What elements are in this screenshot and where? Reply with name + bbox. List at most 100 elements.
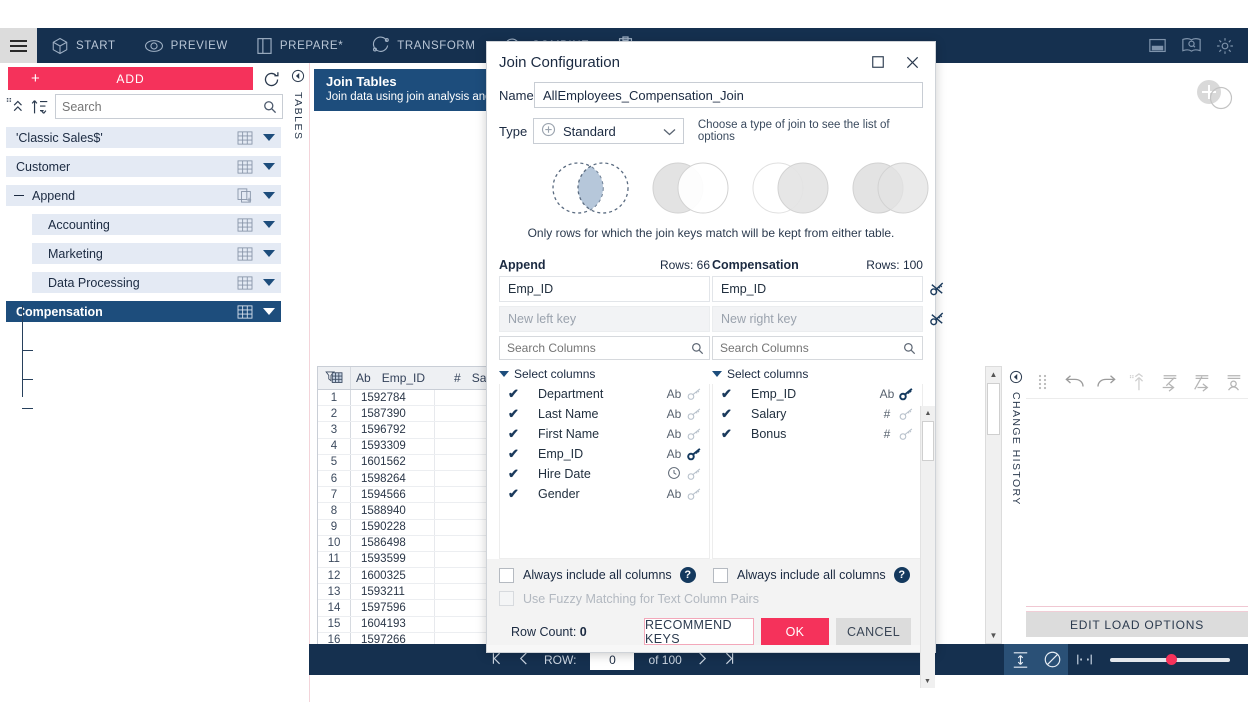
list-item[interactable]: ✔Last NameAb <box>500 404 709 424</box>
left-select-columns-header[interactable]: Select columns <box>499 365 710 384</box>
cell-emp-id[interactable]: 1597596 <box>351 600 435 615</box>
grid-column-emp-id[interactable]: Ab Emp_ID <box>351 367 425 389</box>
cell-emp-id[interactable]: 1600325 <box>351 568 435 583</box>
search-input[interactable] <box>56 95 258 118</box>
nav-start[interactable]: START <box>37 28 130 63</box>
table-row[interactable]: 101586498 <box>318 536 496 552</box>
join-option-inner[interactable] <box>551 160 633 216</box>
expand-all-icon[interactable] <box>5 96 27 121</box>
collapse-left-icon[interactable] <box>291 69 305 86</box>
table-row[interactable]: 91590228 <box>318 520 496 536</box>
join-option-right[interactable] <box>751 160 833 216</box>
check-icon[interactable]: ✔ <box>508 406 526 422</box>
nav-transform[interactable]: TRANSFORM <box>357 28 489 63</box>
chevron-down-icon[interactable] <box>257 192 281 200</box>
check-icon[interactable]: ✔ <box>508 446 526 462</box>
cell-emp-id[interactable]: 1588940 <box>351 503 435 518</box>
gear-icon[interactable] <box>1210 31 1240 61</box>
dialog-vertical-scrollbar[interactable]: ▲ ▼ <box>920 406 935 688</box>
prev-page-icon[interactable] <box>518 652 530 668</box>
grid-vertical-scrollbar[interactable]: ▲ ▼ <box>985 366 1002 644</box>
table-row[interactable]: 131593211 <box>318 584 496 600</box>
right-select-columns-header[interactable]: Select columns <box>712 365 923 384</box>
check-icon[interactable]: ✔ <box>721 386 739 402</box>
right-column-list[interactable]: ✔Emp_IDAb✔Salary#✔Bonus# <box>712 384 923 559</box>
table-row[interactable]: 11592784 <box>318 390 496 406</box>
left-always-include[interactable]: Always include all columns ? <box>499 567 711 583</box>
sidebar-item-customer[interactable]: Customer <box>6 156 281 177</box>
zoom-slider[interactable] <box>1110 658 1230 662</box>
cell-emp-id[interactable]: 1593211 <box>351 584 435 599</box>
check-icon[interactable]: ✔ <box>508 386 526 402</box>
join-option-left[interactable] <box>651 160 733 216</box>
key-icon[interactable] <box>685 448 703 461</box>
filter-grid-icon[interactable] <box>318 367 351 389</box>
chevron-down-icon[interactable] <box>257 279 281 287</box>
list-item[interactable]: ✔Emp_IDAb <box>500 444 709 464</box>
key-icon[interactable] <box>898 408 916 421</box>
join-type-select[interactable]: Standard <box>533 118 684 144</box>
layout-icon[interactable] <box>1142 31 1172 61</box>
left-search-columns[interactable] <box>499 336 710 360</box>
right-search-columns[interactable] <box>712 336 923 360</box>
scroll-up-icon[interactable]: ▲ <box>986 367 1001 382</box>
sidebar-item-accounting[interactable]: Accounting <box>32 214 281 235</box>
scroll-down-icon[interactable]: ▼ <box>921 674 934 688</box>
right-search-input[interactable] <box>713 341 898 355</box>
key-icon[interactable] <box>898 428 916 441</box>
left-key-value[interactable]: Emp_ID <box>499 276 710 302</box>
step-settings-icon[interactable] <box>1218 367 1248 398</box>
list-item[interactable]: ✔Salary# <box>713 404 922 424</box>
key-icon[interactable] <box>685 468 703 481</box>
chevron-down-icon[interactable] <box>257 134 281 142</box>
table-row[interactable]: 61598264 <box>318 471 496 487</box>
chevron-down-icon[interactable] <box>257 221 281 229</box>
maximize-icon[interactable] <box>863 48 893 76</box>
scrollbar-thumb[interactable] <box>987 383 1000 435</box>
refresh-icon[interactable] <box>259 67 283 91</box>
sidebar-search[interactable] <box>55 94 283 119</box>
scroll-up-icon[interactable]: ▲ <box>921 406 935 420</box>
collapse-right-icon[interactable] <box>1009 370 1023 387</box>
table-row[interactable]: 111593599 <box>318 552 496 568</box>
redo-icon[interactable] <box>1091 367 1121 398</box>
question-icon[interactable]: ? <box>894 567 910 583</box>
right-always-include-checkbox[interactable] <box>713 568 728 583</box>
cell-emp-id[interactable]: 1604193 <box>351 617 435 632</box>
add-node-icon[interactable] <box>1192 76 1236 114</box>
step-forward-icon[interactable] <box>1155 367 1185 398</box>
right-always-include[interactable]: Always include all columns ? <box>713 567 910 583</box>
check-icon[interactable]: ✔ <box>721 426 739 442</box>
cell-emp-id[interactable]: 1601562 <box>351 455 435 470</box>
recommend-keys-button[interactable]: RECOMMEND KEYS <box>644 618 754 645</box>
list-item[interactable]: ✔Emp_IDAb <box>713 384 922 404</box>
key-icon[interactable] <box>898 388 916 401</box>
table-row[interactable]: 81588940 <box>318 503 496 519</box>
key-icon[interactable] <box>685 488 703 501</box>
table-row[interactable]: 71594566 <box>318 487 496 503</box>
close-icon[interactable] <box>897 48 927 76</box>
cell-emp-id[interactable]: 1598264 <box>351 471 435 486</box>
cell-emp-id[interactable]: 1596792 <box>351 422 435 437</box>
unlink-key-icon[interactable] <box>929 310 946 330</box>
list-item[interactable]: ✔Hire Date <box>500 464 709 484</box>
key-icon[interactable] <box>685 388 703 401</box>
chevron-down-icon[interactable] <box>663 124 676 139</box>
check-icon[interactable]: ✔ <box>508 426 526 442</box>
fit-height-icon[interactable] <box>1004 644 1036 675</box>
first-page-icon[interactable] <box>489 652 504 668</box>
check-icon[interactable]: ✔ <box>508 466 526 482</box>
sidebar-item-marketing[interactable]: Marketing <box>32 243 281 264</box>
grid-column-salary[interactable]: # Sa <box>449 367 486 389</box>
check-icon[interactable]: ✔ <box>721 406 739 422</box>
step-over-icon[interactable] <box>1187 367 1217 398</box>
sidebar-item-classic-sales[interactable]: 'Classic Sales$' <box>6 127 281 148</box>
list-item[interactable]: ✔Bonus# <box>713 424 922 444</box>
list-item[interactable]: ✔First NameAb <box>500 424 709 444</box>
cell-emp-id[interactable]: 1594566 <box>351 487 435 502</box>
last-page-icon[interactable] <box>722 652 737 668</box>
sidebar-item-append[interactable]: Append <box>6 185 281 206</box>
hamburger-icon[interactable] <box>0 28 37 63</box>
left-search-input[interactable] <box>500 341 685 355</box>
cell-emp-id[interactable]: 1590228 <box>351 520 435 535</box>
